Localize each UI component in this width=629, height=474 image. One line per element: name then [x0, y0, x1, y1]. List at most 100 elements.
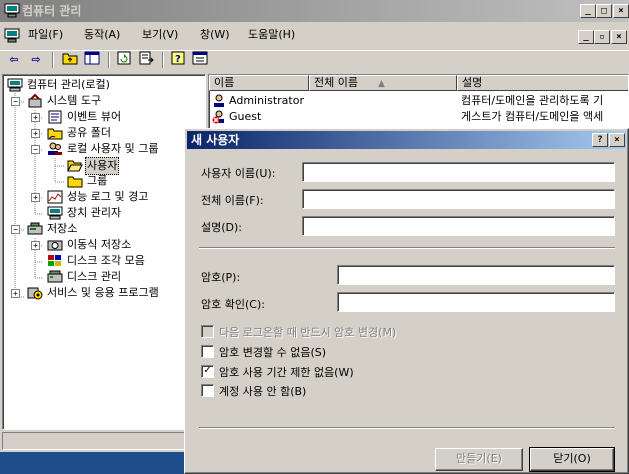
refresh-icon — [117, 51, 131, 65]
system-tools-icon — [27, 93, 43, 108]
defrag-icon — [47, 254, 63, 268]
svg-text:?: ? — [175, 54, 181, 65]
tree-item-system-tools[interactable]: − 시스템 도구 — [3, 93, 203, 109]
tree-label-removable-storage: 이동식 저장소 — [67, 238, 132, 251]
back-button[interactable]: ⇦ — [4, 51, 24, 69]
window-title: 컴퓨터 관리 — [22, 4, 82, 18]
tree-item-shared-folders[interactable]: + 공유 폴더 — [3, 125, 203, 141]
description-input[interactable] — [302, 216, 615, 236]
close-button[interactable]: × — [613, 4, 629, 18]
window-title-bar[interactable]: 컴퓨터 관리 _ □ × — [0, 0, 629, 22]
account-disabled-checkbox[interactable] — [201, 384, 214, 397]
tree-label-local-users-groups: 로컬 사용자 및 그룹 — [67, 142, 159, 155]
console-icon[interactable] — [4, 28, 20, 43]
menu-action[interactable]: 동작(A) — [80, 26, 124, 44]
username-input[interactable] — [302, 162, 615, 182]
tree-item-defrag[interactable]: 디스크 조각 모음 — [3, 253, 203, 269]
device-manager-icon — [47, 206, 63, 220]
expand-toggle[interactable]: + — [31, 129, 40, 138]
confirm-password-input[interactable] — [337, 292, 615, 312]
cannot-change-password-label: 암호 변경할 수 없음(S) — [219, 346, 327, 359]
username-label: 사용자 이름(U): — [201, 167, 276, 180]
create-button[interactable]: 만들기(E) — [435, 448, 523, 471]
divider — [199, 247, 615, 249]
tree-item-removable-storage[interactable]: + 이동식 저장소 — [3, 237, 203, 253]
toolbar: ⇦ ⇨ ? — [0, 50, 629, 70]
tree-pane-icon — [84, 51, 100, 65]
column-header-name[interactable]: 이름 — [209, 75, 309, 91]
help-button[interactable]: ? — [168, 51, 188, 69]
table-row[interactable]: Administrator 컴퓨터/도메인을 관리하도록 기 — [209, 93, 628, 109]
tree-item-device-manager[interactable]: 장치 관리자 — [3, 205, 203, 221]
child-close-button[interactable]: × — [611, 30, 627, 44]
minimize-button[interactable]: _ — [580, 4, 596, 18]
tree-item-users[interactable]: 사용자 — [3, 157, 203, 175]
dialog-close-text-button[interactable]: 닫기(O) — [529, 447, 615, 472]
forward-button[interactable]: ⇨ — [26, 51, 46, 69]
tree-label-defrag: 디스크 조각 모음 — [67, 254, 145, 267]
child-restore-button[interactable]: ▫ — [594, 30, 610, 44]
menu-view[interactable]: 보기(V) — [138, 26, 182, 44]
status-bar — [2, 432, 206, 450]
shared-folder-icon — [47, 126, 63, 140]
tree-item-groups[interactable]: 그룹 — [3, 173, 203, 189]
expand-toggle[interactable]: + — [11, 289, 20, 298]
help-book-icon: ? — [171, 51, 185, 65]
tree-label-perf-logs: 성능 로그 및 경고 — [67, 190, 149, 203]
tree-item-storage[interactable]: − 저장소 — [3, 221, 203, 237]
row-name: Administrator — [229, 94, 304, 107]
tree-label-storage: 저장소 — [47, 222, 78, 235]
row-name: Guest — [229, 110, 262, 123]
collapse-toggle[interactable]: − — [11, 225, 20, 234]
tree-item-services-apps[interactable]: + 서비스 및 응용 프로그램 — [3, 285, 203, 301]
collapse-toggle[interactable]: − — [11, 97, 20, 106]
dialog-close-button[interactable]: × — [609, 133, 625, 147]
export-list-button[interactable] — [136, 51, 156, 69]
cannot-change-password-checkbox[interactable] — [201, 345, 214, 358]
up-folder-button[interactable] — [60, 51, 80, 69]
tree-item-disk-mgmt[interactable]: 디스크 관리 — [3, 269, 203, 285]
child-minimize-button[interactable]: _ — [578, 30, 594, 44]
fullname-input[interactable] — [302, 189, 615, 209]
row-description: 게스트가 컴퓨터/도메인을 액세 — [461, 110, 604, 123]
folder-icon — [67, 174, 83, 188]
dialog-title-bar[interactable]: 새 사용자 ? × — [187, 131, 626, 149]
password-never-expires-label: 암호 사용 기간 제한 없음(W) — [219, 366, 354, 379]
menu-help[interactable]: 도움말(H) — [244, 26, 299, 44]
dialog-help-button[interactable]: ? — [592, 133, 608, 147]
maximize-button[interactable]: □ — [596, 4, 612, 18]
performance-logs-icon — [47, 190, 63, 204]
tree-item-root[interactable]: 컴퓨터 관리(로컬) — [5, 77, 205, 93]
export-icon — [139, 51, 154, 65]
column-header-full-name[interactable]: 전체 이름 ▲ — [309, 75, 457, 91]
list-pane[interactable]: 이름 전체 이름 ▲ 설명 Administrator 컴퓨터/도메인을 관리하… — [208, 74, 629, 134]
services-apps-icon — [27, 286, 43, 300]
show-hide-tree-button[interactable] — [82, 51, 102, 69]
disabled-user-icon — [211, 110, 227, 124]
removable-storage-icon — [47, 238, 63, 252]
tree-label-groups: 그룹 — [87, 174, 108, 187]
menu-file[interactable]: 파일(F) — [24, 26, 67, 44]
tree-item-local-users-groups[interactable]: − 로컬 사용자 및 그룹 — [3, 141, 205, 157]
tree-item-perf-logs[interactable]: + 성능 로그 및 경고 — [3, 189, 203, 205]
refresh-button[interactable] — [114, 51, 134, 69]
password-never-expires-checkbox[interactable]: ✓ — [201, 365, 214, 378]
properties-button[interactable] — [190, 51, 210, 69]
table-row[interactable]: Guest 게스트가 컴퓨터/도메인을 액세 — [209, 109, 628, 125]
change-password-next-logon-checkbox[interactable] — [201, 325, 214, 338]
collapse-toggle[interactable]: − — [31, 145, 40, 154]
new-user-dialog: 새 사용자 ? × 사용자 이름(U): 전체 이름(F): 설명(D): 암호… — [184, 128, 629, 474]
event-viewer-icon — [47, 110, 63, 124]
column-header-description[interactable]: 설명 — [457, 75, 628, 91]
taskbar-strip — [0, 452, 190, 474]
users-groups-icon — [47, 142, 63, 156]
description-label: 설명(D): — [201, 221, 242, 234]
tree-item-event-viewer[interactable]: + 이벤트 뷰어 — [3, 109, 203, 125]
expand-toggle[interactable]: + — [31, 113, 40, 122]
password-input[interactable] — [337, 265, 615, 285]
menu-window[interactable]: 창(W) — [196, 26, 234, 44]
tree-pane[interactable]: 컴퓨터 관리(로컬) − 시스템 도구 + 이벤트 뷰어 + 공유 폴더 − 로… — [2, 74, 206, 430]
account-disabled-label: 계정 사용 안 함(B) — [219, 385, 307, 398]
expand-toggle[interactable]: + — [31, 241, 40, 250]
expand-toggle[interactable]: + — [31, 193, 40, 202]
